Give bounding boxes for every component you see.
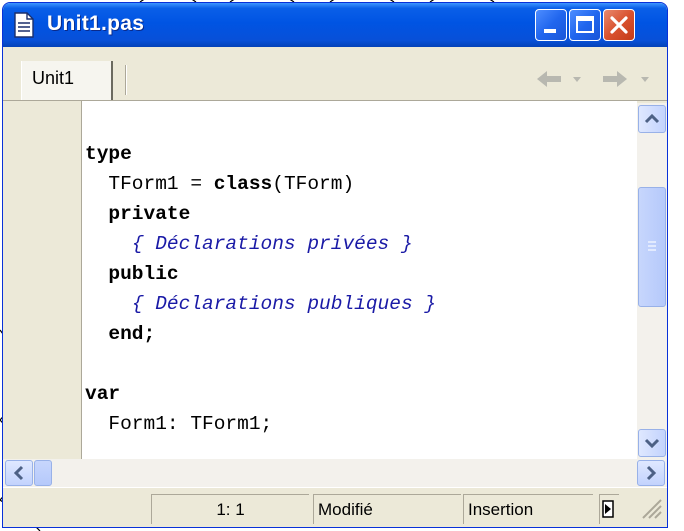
horizontal-scrollbar[interactable] — [3, 459, 667, 487]
arrow-right-icon — [603, 71, 649, 87]
maximize-button[interactable] — [569, 9, 601, 41]
document-icon — [14, 12, 34, 38]
chevron-up-icon — [644, 113, 660, 124]
tab-unit1[interactable]: Unit1 — [21, 61, 113, 100]
editor-gutter — [3, 101, 81, 459]
code-text-run — [85, 233, 132, 255]
scroll-up-button[interactable] — [638, 105, 666, 133]
code-line: public — [85, 259, 436, 289]
scroll-right-button[interactable] — [637, 460, 665, 486]
back-button[interactable] — [533, 67, 591, 91]
toolbar-separator — [125, 65, 127, 95]
close-button[interactable] — [603, 9, 635, 41]
vertical-scrollbar[interactable] — [637, 103, 667, 459]
code-text-run: Form1: TForm1; — [85, 413, 273, 435]
maximize-icon — [576, 16, 594, 33]
code-text-run: TForm1 = — [85, 173, 214, 195]
code-line: type — [85, 139, 436, 169]
code-keyword: end; — [108, 323, 156, 345]
code-keyword: public — [108, 263, 179, 285]
code-comment: { Déclarations privées } — [131, 233, 413, 255]
code-line: { Déclarations publiques } — [85, 289, 436, 319]
code-line: TForm1 = class(TForm) — [85, 169, 436, 199]
code-text-run: (TForm) — [272, 173, 355, 195]
code-line: { Déclarations privées } — [85, 229, 436, 259]
code-line: Form1: TForm1; — [85, 409, 436, 439]
modified-status: Modifié — [313, 494, 461, 524]
cursor-position: 1: 1 — [151, 494, 309, 524]
code-keyword: class — [213, 173, 273, 195]
minimize-icon — [544, 29, 556, 33]
code-keyword: private — [108, 203, 191, 225]
chevron-left-icon — [13, 465, 24, 481]
editor-window: Unit1.pas Unit1 type TForm1 = class(TFor… — [2, 2, 668, 528]
code-text-run — [85, 293, 132, 315]
title-bar[interactable]: Unit1.pas — [3, 3, 667, 47]
chevron-right-icon — [646, 465, 657, 481]
code-text: type TForm1 = class(TForm) private { Déc… — [85, 139, 436, 439]
code-keyword: type — [85, 143, 132, 165]
code-keyword: var — [85, 383, 121, 405]
code-line: var — [85, 379, 436, 409]
insert-mode-status: Insertion — [463, 494, 593, 524]
scroll-left-button[interactable] — [5, 460, 33, 486]
minimize-button[interactable] — [535, 9, 567, 41]
vertical-scroll-thumb[interactable] — [638, 187, 666, 307]
tab-label: Unit1 — [32, 68, 75, 88]
arrow-left-icon — [537, 71, 581, 87]
code-line: private — [85, 199, 436, 229]
code-comment: { Déclarations publiques } — [131, 293, 437, 315]
status-panel-icon — [599, 494, 619, 524]
code-text-run — [85, 263, 108, 285]
code-text-run — [85, 203, 108, 225]
resize-grip-icon[interactable] — [639, 496, 663, 520]
play-icon — [602, 500, 614, 518]
horizontal-scroll-thumb[interactable] — [34, 460, 52, 486]
forward-button[interactable] — [597, 67, 657, 91]
scroll-down-button[interactable] — [638, 429, 666, 457]
status-bar: 1: 1 Modifié Insertion — [3, 487, 667, 527]
code-line: end; — [85, 319, 436, 349]
grip-lines-icon — [648, 241, 656, 251]
chevron-down-icon — [644, 438, 660, 449]
close-icon — [610, 16, 628, 34]
code-text-run — [85, 323, 108, 345]
window-title: Unit1.pas — [47, 12, 145, 35]
